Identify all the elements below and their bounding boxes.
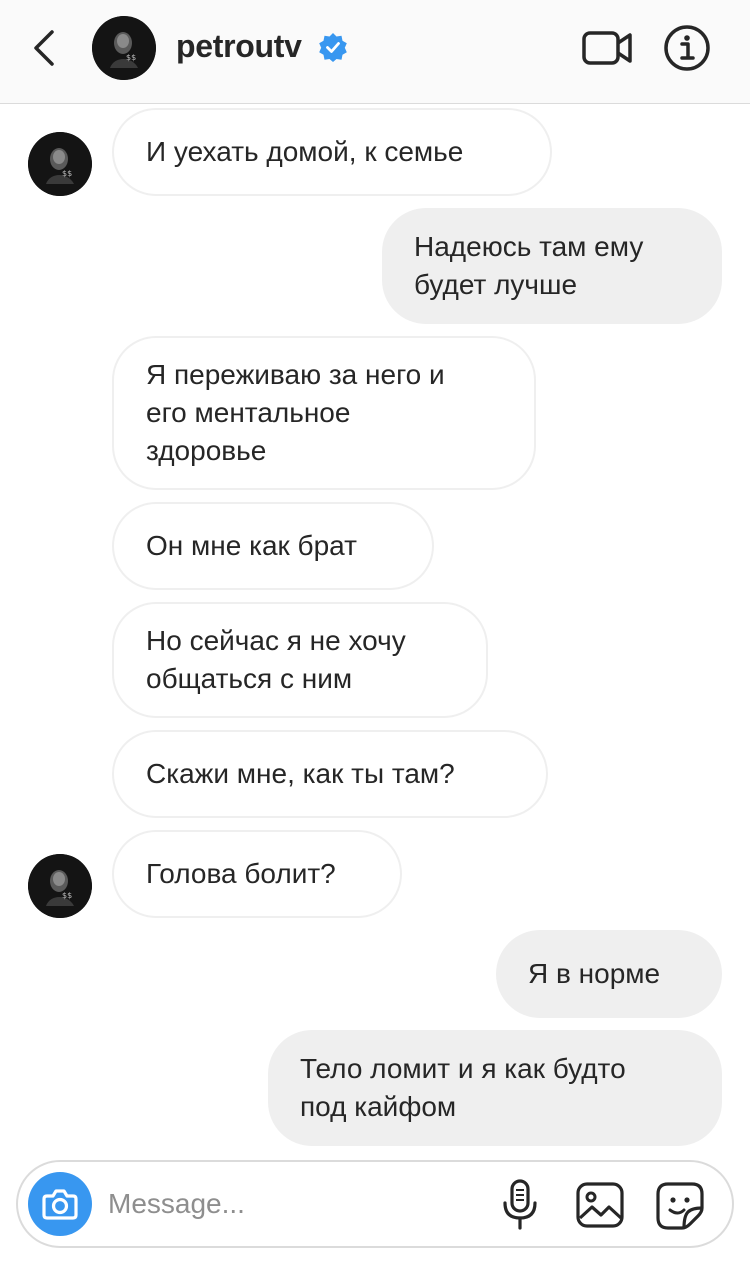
outgoing-message[interactable]: Я в норме: [496, 930, 722, 1018]
incoming-message[interactable]: И уехать домой, к семье: [112, 108, 552, 196]
incoming-message[interactable]: Но сейчас я не хочу общаться с ним: [112, 602, 488, 718]
sticker-button[interactable]: [654, 1180, 706, 1232]
incoming-message[interactable]: Голова болит?: [112, 830, 402, 918]
outgoing-message[interactable]: Надеюсь там ему будет лучше: [382, 208, 722, 324]
camera-icon: [42, 1189, 78, 1220]
verified-badge-icon: [319, 33, 347, 62]
outgoing-message[interactable]: Тело ломит и я как будто под кайфом: [268, 1030, 722, 1146]
chevron-left-icon: [34, 30, 54, 66]
back-button[interactable]: [26, 24, 66, 72]
incoming-message[interactable]: Он мне как брат: [112, 502, 434, 590]
svg-text:$$: $$: [62, 169, 72, 178]
camera-button[interactable]: [28, 1172, 92, 1236]
gallery-icon: [576, 1182, 624, 1228]
message-composer: [16, 1160, 734, 1248]
video-camera-icon: [582, 31, 632, 65]
chat-header: $$ petroutv: [0, 0, 750, 104]
sticker-icon: [656, 1182, 704, 1230]
sender-avatar[interactable]: $$: [28, 132, 92, 196]
svg-text:$$: $$: [62, 891, 72, 900]
message-input[interactable]: [108, 1182, 468, 1226]
profile-avatar[interactable]: $$: [92, 16, 156, 80]
chat-username[interactable]: petroutv: [176, 28, 302, 65]
incoming-message[interactable]: Я переживаю за него и его ментальное здо…: [112, 336, 536, 490]
microphone-icon: [503, 1179, 537, 1230]
gallery-button[interactable]: [574, 1180, 626, 1230]
video-call-button[interactable]: [580, 26, 636, 70]
incoming-message[interactable]: Скажи мне, как ты там?: [112, 730, 548, 818]
info-button[interactable]: [662, 23, 712, 73]
voice-message-button[interactable]: [500, 1178, 540, 1232]
info-icon: [664, 25, 710, 71]
sender-avatar[interactable]: $$: [28, 854, 92, 918]
svg-text:$$: $$: [126, 53, 136, 62]
